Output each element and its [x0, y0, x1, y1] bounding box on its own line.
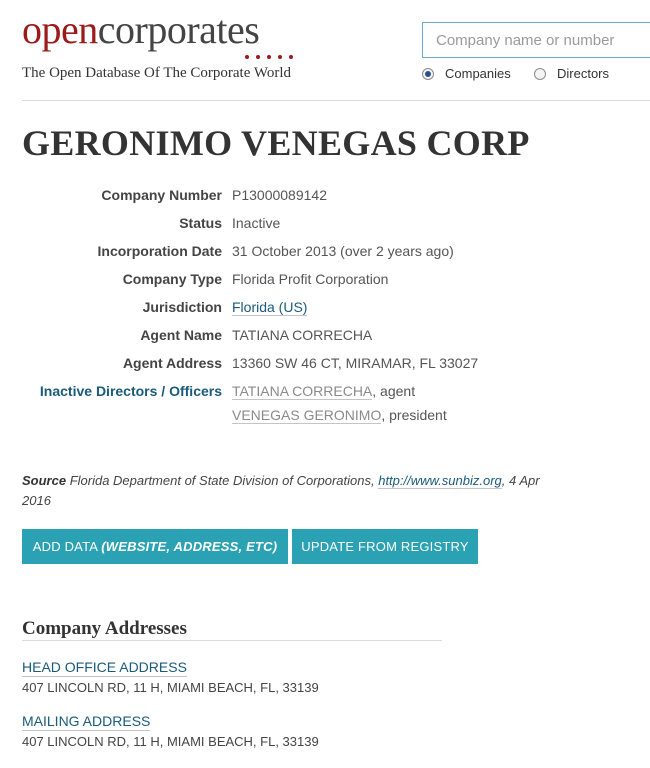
radio-companies[interactable]: Companies	[422, 66, 511, 81]
attr-label-jurisdiction: Jurisdiction	[142, 299, 222, 315]
head-office-address-text: 407 LINCOLN RD, 11 H, MIAMI BEACH, FL, 3…	[22, 680, 319, 695]
radio-button-icon[interactable]	[534, 67, 546, 80]
source-text: Florida Department of State Division of …	[66, 473, 379, 488]
mailing-address-text: 407 LINCOLN RD, 11 H, MIAMI BEACH, FL, 3…	[22, 734, 319, 749]
attr-value-agent-address: 13360 SW 46 CT, MIRAMAR, FL 33027	[232, 355, 479, 371]
officer-role: , president	[381, 407, 447, 423]
attr-label-incorporation-date: Incorporation Date	[97, 243, 222, 259]
source-citation: Source Florida Department of State Divis…	[22, 471, 562, 511]
jurisdiction-link[interactable]: Florida (US)	[232, 299, 308, 316]
site-logo[interactable]: opencorporates	[22, 7, 260, 52]
add-data-label: ADD DATA	[32, 539, 102, 554]
radio-directors-label: Directors	[557, 66, 610, 81]
radio-directors[interactable]: Directors	[534, 66, 609, 81]
officer-role: , agent	[372, 383, 416, 399]
officer-link[interactable]: TATIANA CORRECHA	[232, 383, 373, 400]
radio-button-icon[interactable]	[422, 67, 434, 80]
header-divider	[22, 100, 650, 101]
add-data-label-italic: (WEBSITE, ADDRESS, ETC)	[101, 539, 278, 554]
officer-link[interactable]: VENEGAS GERONIMO	[232, 407, 382, 424]
attr-value-status: Inactive	[232, 215, 281, 231]
section-divider	[22, 640, 442, 641]
attr-value-jurisdiction: Florida (US)	[232, 299, 308, 316]
site-tagline: The Open Database Of The Corporate World	[22, 65, 291, 81]
officer-row: TATIANA CORRECHA, agent	[232, 383, 416, 400]
update-from-registry-button[interactable]: UPDATE FROM REGISTRY	[292, 529, 478, 564]
officers-label-link[interactable]: Inactive Directors / Officers	[40, 383, 222, 399]
logo-open-text: open	[22, 7, 98, 52]
attr-value-agent-name: TATIANA CORRECHA	[232, 327, 373, 343]
attr-label-agent-name: Agent Name	[140, 327, 222, 343]
logo-corporates-text: corporates	[97, 7, 260, 52]
source-link[interactable]: http://www.sunbiz.org	[378, 473, 502, 489]
attr-value-company-type: Florida Profit Corporation	[232, 271, 389, 287]
company-name-title: GERONIMO VENEGAS CORP	[22, 123, 530, 163]
add-data-button[interactable]: ADD DATA (WEBSITE, ADDRESS, ETC)	[22, 529, 288, 564]
officer-row: VENEGAS GERONIMO, president	[232, 407, 447, 424]
attr-label-company-number: Company Number	[101, 187, 222, 203]
source-label: Source	[22, 473, 67, 488]
logo-dots-icon	[245, 46, 301, 59]
attr-label-agent-address: Agent Address	[122, 355, 222, 371]
attr-value-company-number: P13000089142	[232, 187, 327, 203]
attr-label-company-type: Company Type	[122, 271, 222, 287]
attr-value-incorporation-date: 31 October 2013 (over 2 years ago)	[232, 243, 454, 259]
head-office-address-link[interactable]: HEAD OFFICE ADDRESS	[22, 659, 187, 677]
company-addresses-heading: Company Addresses	[22, 618, 187, 639]
mailing-address-link[interactable]: MAILING ADDRESS	[22, 713, 151, 731]
attr-label-status: Status	[179, 215, 222, 231]
radio-companies-label: Companies	[445, 66, 511, 81]
search-input[interactable]	[422, 22, 650, 58]
